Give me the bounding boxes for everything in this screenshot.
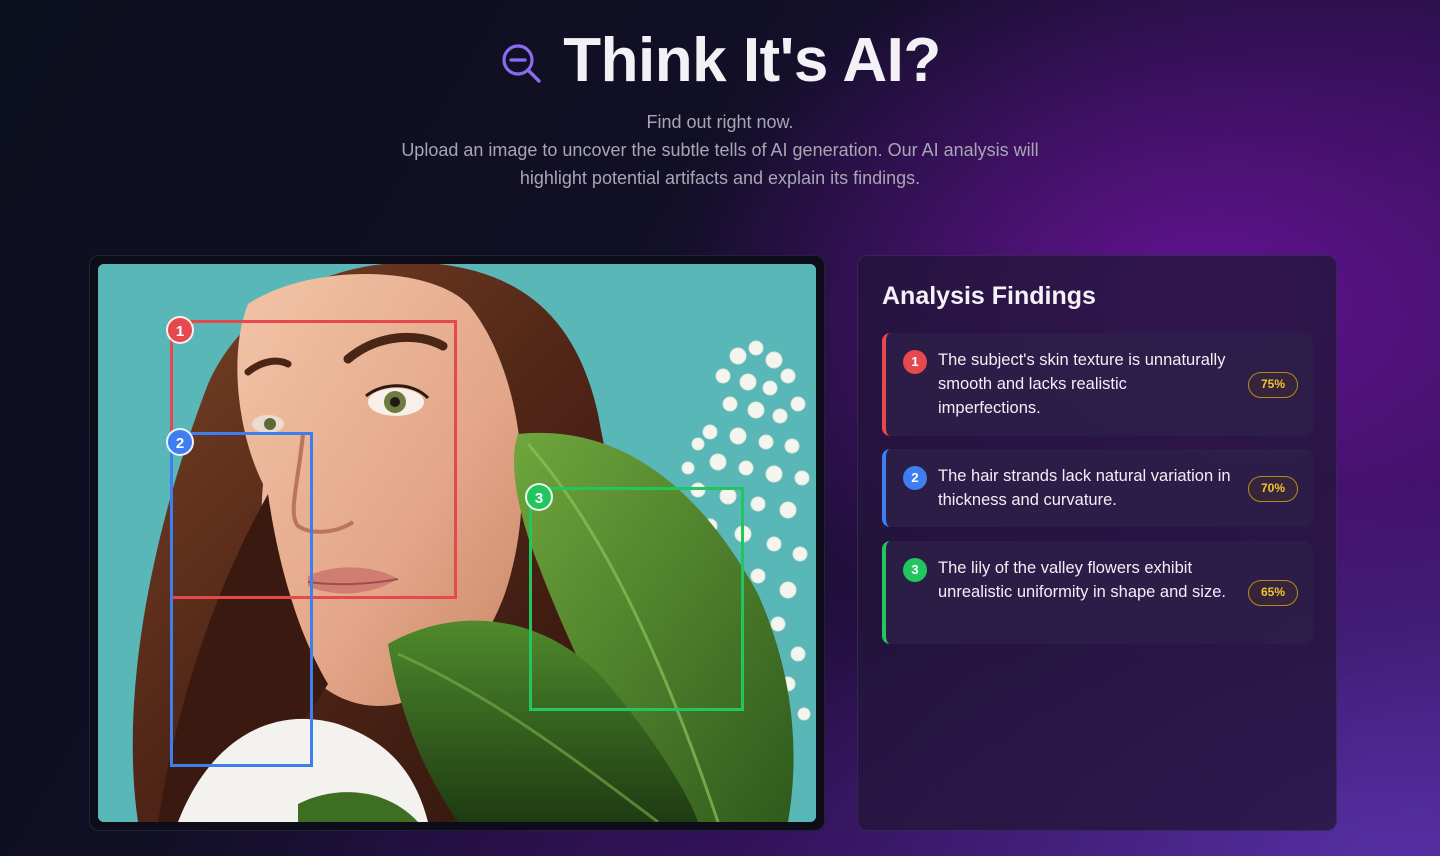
page-title: Think It's AI? <box>563 26 941 95</box>
artifact-marker-1[interactable]: 1 <box>166 316 194 344</box>
artifact-marker-3[interactable]: 3 <box>525 483 553 511</box>
analyzed-image-panel: 1 2 3 <box>89 255 825 831</box>
page-subtitle: Find out right now. <box>646 112 794 132</box>
artifact-marker-2[interactable]: 2 <box>166 428 194 456</box>
analyzed-photo: 1 2 3 <box>98 264 816 822</box>
finding-text: The hair strands lack natural variation … <box>938 467 1231 509</box>
finding-number-badge: 1 <box>903 350 927 374</box>
finding-number-badge: 3 <box>903 558 927 582</box>
finding-number-badge: 2 <box>903 466 927 490</box>
title-row: Think It's AI? <box>0 28 1440 94</box>
confidence-badge: 70% <box>1248 476 1298 502</box>
analysis-findings-panel: Analysis Findings 1 The subject's skin t… <box>857 255 1337 831</box>
finding-text: The lily of the valley flowers exhibit u… <box>938 559 1226 601</box>
finding-text: The subject's skin texture is unnaturall… <box>938 351 1226 417</box>
findings-title: Analysis Findings <box>882 282 1096 310</box>
confidence-badge: 65% <box>1248 580 1298 606</box>
page-description: Upload an image to uncover the subtle te… <box>401 140 1039 188</box>
confidence-badge: 75% <box>1248 372 1298 398</box>
finding-item-3[interactable]: 3 The lily of the valley flowers exhibit… <box>882 541 1313 644</box>
finding-item-2[interactable]: 2 The hair strands lack natural variatio… <box>882 449 1313 527</box>
finding-item-1[interactable]: 1 The subject's skin texture is unnatura… <box>882 333 1313 436</box>
artifact-box-2 <box>170 432 313 767</box>
search-zoom-out-icon <box>502 44 541 83</box>
artifact-box-3 <box>529 487 744 711</box>
